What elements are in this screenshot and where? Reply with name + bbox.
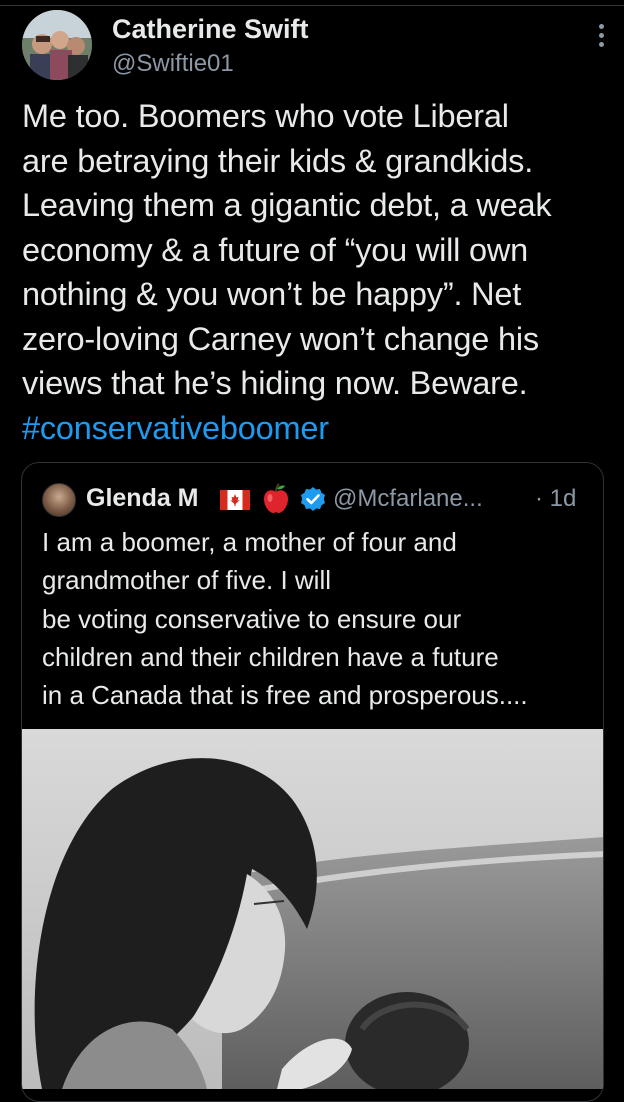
tweet-text: Me too. Boomers who vote Liberal are bet… <box>22 94 612 450</box>
quoted-author-handle[interactable]: @Mcfarlane... <box>333 485 483 513</box>
author-handle[interactable]: @Swiftie01 <box>112 50 234 78</box>
quoted-tweet-header: Glenda M @Mcfarlane... · 1d <box>42 483 602 517</box>
tweet-header: Catherine Swift @Swiftie01 <box>22 10 612 82</box>
more-options-icon[interactable] <box>596 24 606 54</box>
photo-image <box>22 729 603 1089</box>
author-avatar[interactable] <box>22 10 92 80</box>
quoted-author-avatar[interactable] <box>42 483 76 517</box>
apple-icon <box>264 483 288 513</box>
top-divider <box>0 5 624 6</box>
hashtag-link[interactable]: #conservativeboomer <box>22 410 329 446</box>
avatar-image <box>22 10 92 80</box>
verified-icon <box>301 487 325 511</box>
author-name[interactable]: Catherine Swift <box>112 14 309 45</box>
canada-flag-icon <box>220 490 250 510</box>
quoted-tweet-card[interactable]: Glenda M @Mcfarlane... · 1d I am a boome… <box>21 462 604 1102</box>
quoted-tweet-text: I am a boomer, a mother of four and gran… <box>42 527 528 711</box>
tweet-text-body: Me too. Boomers who vote Liberal are bet… <box>22 98 552 401</box>
quoted-author-name[interactable]: Glenda M <box>86 484 199 513</box>
quoted-tweet-photo[interactable] <box>22 729 603 1089</box>
quoted-tweet-time[interactable]: · 1d <box>535 485 576 513</box>
